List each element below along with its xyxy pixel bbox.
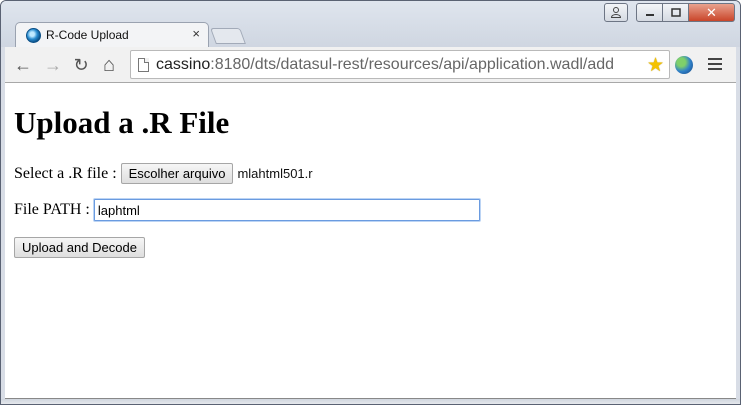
tab-r-code-upload[interactable]: R-Code Upload × [15,22,209,48]
file-select-row: Select a .R file : Escolher arquivo mlah… [14,163,313,184]
close-window-button[interactable]: ✕ [689,3,735,22]
url-host: cassino [156,56,211,73]
menu-icon[interactable] [708,55,722,75]
back-arrow-icon: ← [14,54,32,75]
tab-close-icon[interactable]: × [192,26,200,42]
user-icon [611,7,621,18]
minimize-button[interactable] [636,3,663,22]
minimize-icon [645,13,654,16]
forward-arrow-icon: → [44,54,62,75]
upload-and-decode-button[interactable]: Upload and Decode [14,237,145,258]
tab-strip: R-Code Upload × ✕ [1,1,740,48]
file-path-input[interactable] [93,199,480,221]
bookmark-star-icon[interactable]: ★ [647,54,664,77]
file-select-label: Select a .R file : [14,164,117,182]
page-title: Upload a .R File [14,105,230,140]
forward-button[interactable]: → [41,53,65,77]
page-viewport: Upload a .R File Select a .R file : Esco… [5,83,736,399]
browser-toolbar: ← → ↻ ⌂ cassino:8180/dts/datasul-rest/re… [5,47,736,83]
maximize-button[interactable] [663,3,689,22]
address-bar[interactable]: cassino:8180/dts/datasul-rest/resources/… [130,50,670,79]
file-path-row: File PATH : [14,199,480,221]
reload-icon: ↻ [73,54,89,75]
close-icon: ✕ [706,4,717,20]
maximize-icon [670,8,681,17]
home-icon: ⌂ [102,53,116,76]
user-profile-button[interactable] [604,3,628,22]
back-button[interactable]: ← [11,53,35,77]
page-icon [138,58,149,72]
selected-file-name: mlahtml501.r [237,166,313,181]
browser-window: R-Code Upload × ✕ ← → ↻ ⌂ cassino:8180/d… [0,0,741,405]
window-controls: ✕ [604,3,735,22]
extension-globe-icon[interactable] [675,56,693,74]
chrome-globe-icon [26,28,41,43]
file-path-label: File PATH : [14,201,90,218]
url-path: :8180/dts/datasul-rest/resources/api/app… [210,56,615,73]
home-button[interactable]: ⌂ [97,53,121,77]
choose-file-button[interactable]: Escolher arquivo [120,163,234,184]
url-text: cassino:8180/dts/datasul-rest/resources/… [156,56,614,74]
reload-button[interactable]: ↻ [69,53,93,77]
tab-title: R-Code Upload [46,28,129,42]
window-bottom-edge [1,399,740,404]
new-tab-button[interactable] [210,28,246,44]
